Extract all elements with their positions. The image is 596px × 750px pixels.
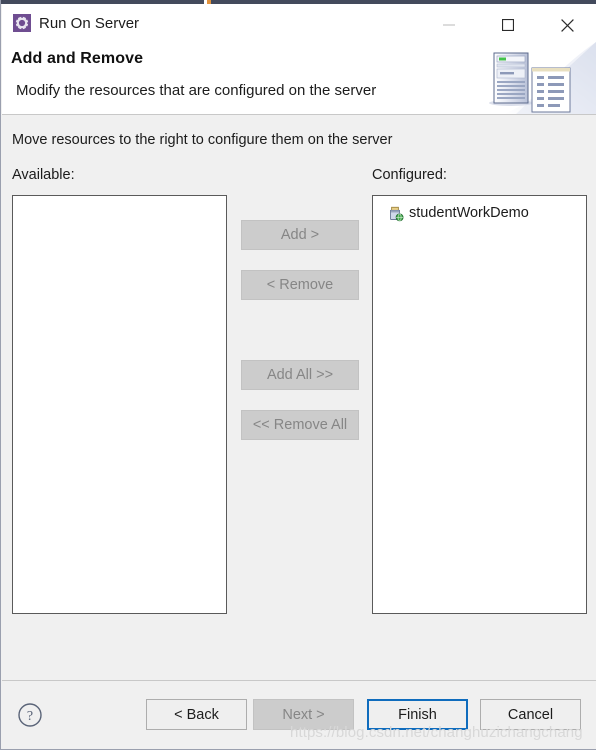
instruction-text: Move resources to the right to configure…	[12, 132, 393, 148]
add-all-button[interactable]: Add All >>	[241, 360, 359, 390]
finish-button[interactable]: Finish	[367, 699, 468, 730]
available-list[interactable]	[12, 195, 227, 614]
close-icon[interactable]	[544, 8, 590, 42]
gear-icon	[13, 14, 31, 32]
remove-all-button[interactable]: << Remove All	[241, 410, 359, 440]
add-button[interactable]: Add >	[241, 220, 359, 250]
maximize-icon[interactable]	[485, 8, 531, 42]
dialog-footer: ? < Back Next > Finish Cancel	[2, 681, 596, 749]
back-button[interactable]: < Back	[146, 699, 247, 730]
configured-list[interactable]: studentWorkDemo	[372, 195, 587, 614]
cancel-button[interactable]: Cancel	[480, 699, 581, 730]
window-title: Run On Server	[39, 15, 140, 32]
minimize-icon[interactable]	[426, 8, 472, 42]
available-label: Available:	[12, 167, 75, 183]
web-project-icon	[387, 205, 404, 222]
run-on-server-dialog: Run On Server Add and Remove Modify the …	[0, 0, 596, 750]
list-item-label: studentWorkDemo	[409, 205, 529, 221]
help-question-icon[interactable]: ?	[17, 702, 43, 728]
configured-label: Configured:	[372, 167, 447, 183]
server-and-document-icon	[476, 42, 596, 114]
svg-text:?: ?	[27, 709, 33, 724]
list-item[interactable]: studentWorkDemo	[373, 203, 586, 223]
wizard-header: Add and Remove Modify the resources that…	[2, 42, 596, 114]
dialog-body: Move resources to the right to configure…	[2, 115, 596, 680]
page-description: Modify the resources that are configured…	[16, 82, 377, 99]
title-bar: Run On Server	[2, 4, 596, 42]
remove-button[interactable]: < Remove	[241, 270, 359, 300]
page-title: Add and Remove	[11, 50, 144, 67]
next-button[interactable]: Next >	[253, 699, 354, 730]
